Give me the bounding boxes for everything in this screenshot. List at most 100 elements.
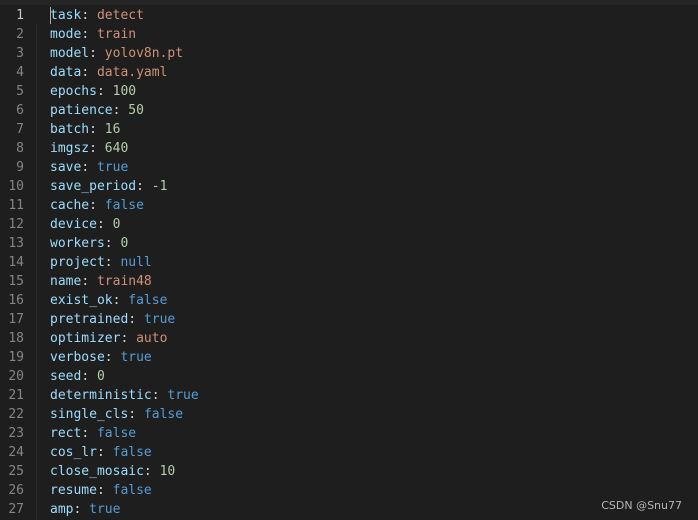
yaml-colon: : bbox=[81, 274, 97, 289]
yaml-key: save bbox=[50, 160, 82, 175]
yaml-value: false bbox=[96, 426, 137, 441]
code-text[interactable]: save_period: -1 bbox=[50, 177, 167, 196]
code-text[interactable]: single_cls: false bbox=[50, 405, 183, 424]
code-line[interactable]: 9 save: true bbox=[0, 158, 698, 177]
line-number: 1 bbox=[16, 8, 24, 23]
yaml-value: true bbox=[89, 502, 121, 517]
code-line[interactable]: 19 verbose: true bbox=[0, 348, 698, 367]
code-text[interactable]: task: detect bbox=[50, 6, 144, 25]
yaml-key: project bbox=[50, 255, 105, 270]
yaml-colon: : bbox=[96, 217, 113, 232]
code-text[interactable]: amp: true bbox=[50, 500, 120, 519]
yaml-colon: : bbox=[89, 141, 105, 156]
line-number: 26 bbox=[8, 483, 24, 498]
code-line[interactable]: 26 resume: false bbox=[0, 481, 698, 500]
yaml-colon: : bbox=[96, 445, 113, 460]
line-number: 23 bbox=[8, 426, 24, 441]
yaml-key: data bbox=[50, 65, 82, 80]
yaml-key: mode bbox=[50, 27, 82, 42]
yaml-value: null bbox=[120, 255, 152, 270]
code-lines[interactable]: 1 task: detect 2 mode: train 3 model: yolov8n… bbox=[0, 6, 698, 519]
code-text[interactable]: name: train48 bbox=[50, 272, 152, 291]
code-line[interactable]: 24 cos_lr: false bbox=[0, 443, 698, 462]
code-line[interactable]: 12 device: 0 bbox=[0, 215, 698, 234]
yaml-key: pretrained bbox=[50, 312, 129, 327]
code-line[interactable]: 1 task: detect bbox=[0, 6, 698, 25]
line-number: 21 bbox=[8, 388, 24, 403]
code-text[interactable]: verbose: true bbox=[50, 348, 152, 367]
code-line[interactable]: 3 model: yolov8n.pt bbox=[0, 44, 698, 63]
code-line[interactable]: 16 exist_ok: false bbox=[0, 291, 698, 310]
code-editor[interactable]: 1 task: detect 2 mode: train 3 model: yolov8n… bbox=[0, 0, 698, 520]
line-number: 5 bbox=[16, 84, 24, 99]
code-line[interactable]: 2 mode: train bbox=[0, 25, 698, 44]
code-line[interactable]: 27 amp: true bbox=[0, 500, 698, 519]
code-line[interactable]: 23 rect: false bbox=[0, 424, 698, 443]
yaml-value: true bbox=[96, 160, 129, 175]
line-number: 9 bbox=[16, 160, 24, 175]
yaml-key: verbose bbox=[50, 350, 105, 365]
code-text[interactable]: seed: 0 bbox=[50, 367, 105, 386]
line-number: 19 bbox=[8, 350, 24, 365]
code-text[interactable]: mode: train bbox=[50, 25, 136, 44]
line-number: 10 bbox=[8, 179, 24, 194]
code-line[interactable]: 25 close_mosaic: 10 bbox=[0, 462, 698, 481]
code-text[interactable]: pretrained: true bbox=[50, 310, 175, 329]
code-line[interactable]: 18 optimizer: auto bbox=[0, 329, 698, 348]
code-text[interactable]: resume: false bbox=[50, 481, 152, 500]
code-text[interactable]: patience: 50 bbox=[50, 101, 144, 120]
code-line[interactable]: 10 save_period: -1 bbox=[0, 177, 698, 196]
code-text[interactable]: device: 0 bbox=[50, 215, 120, 234]
code-line[interactable]: 20 seed: 0 bbox=[0, 367, 698, 386]
yaml-key: model bbox=[50, 46, 90, 61]
yaml-key: exist_ok bbox=[50, 293, 113, 308]
code-text[interactable]: close_mosaic: 10 bbox=[50, 462, 175, 481]
text-cursor bbox=[50, 7, 51, 24]
yaml-value: data.yaml bbox=[96, 65, 168, 80]
code-line[interactable]: 11 cache: false bbox=[0, 196, 698, 215]
yaml-colon: : bbox=[81, 8, 97, 23]
yaml-key: amp bbox=[50, 502, 74, 517]
code-line[interactable]: 22 single_cls: false bbox=[0, 405, 698, 424]
code-line[interactable]: 21 deterministic: true bbox=[0, 386, 698, 405]
code-text[interactable]: exist_ok: false bbox=[50, 291, 167, 310]
code-line[interactable]: 5 epochs: 100 bbox=[0, 82, 698, 101]
line-number: 22 bbox=[8, 407, 24, 422]
code-line[interactable]: 4 data: data.yaml bbox=[0, 63, 698, 82]
code-text[interactable]: epochs: 100 bbox=[50, 82, 136, 101]
code-line[interactable]: 6 patience: 50 bbox=[0, 101, 698, 120]
code-text[interactable]: model: yolov8n.pt bbox=[50, 44, 183, 63]
line-number: 2 bbox=[16, 27, 24, 42]
yaml-key: single_cls bbox=[50, 407, 129, 422]
code-text[interactable]: workers: 0 bbox=[50, 234, 128, 253]
line-number: 24 bbox=[8, 445, 24, 460]
yaml-key: close_mosaic bbox=[50, 464, 144, 479]
code-text[interactable]: batch: 16 bbox=[50, 120, 120, 139]
yaml-colon: : bbox=[136, 179, 152, 194]
yaml-value: 0 bbox=[96, 369, 105, 384]
code-text[interactable]: imgsz: 640 bbox=[50, 139, 128, 158]
yaml-value: 640 bbox=[104, 141, 129, 156]
code-text[interactable]: deterministic: true bbox=[50, 386, 199, 405]
yaml-colon: : bbox=[89, 46, 105, 61]
code-text[interactable]: data: data.yaml bbox=[50, 63, 167, 82]
code-line[interactable]: 17 pretrained: true bbox=[0, 310, 698, 329]
yaml-colon: : bbox=[81, 27, 97, 42]
yaml-colon: : bbox=[120, 331, 137, 346]
yaml-value: -1 bbox=[151, 179, 168, 194]
code-line[interactable]: 14 project: null bbox=[0, 253, 698, 272]
code-text[interactable]: save: true bbox=[50, 158, 128, 177]
code-text[interactable]: cos_lr: false bbox=[50, 443, 152, 462]
yaml-value: detect bbox=[96, 8, 144, 23]
line-number: 4 bbox=[16, 65, 24, 80]
code-text[interactable]: rect: false bbox=[50, 424, 136, 443]
code-text[interactable]: cache: false bbox=[50, 196, 144, 215]
code-line[interactable]: 13 workers: 0 bbox=[0, 234, 698, 253]
code-line[interactable]: 8 imgsz: 640 bbox=[0, 139, 698, 158]
code-line[interactable]: 7 batch: 16 bbox=[0, 120, 698, 139]
code-line[interactable]: 15 name: train48 bbox=[0, 272, 698, 291]
yaml-value: 0 bbox=[112, 217, 121, 232]
code-text[interactable]: optimizer: auto bbox=[50, 329, 167, 348]
yaml-colon: : bbox=[104, 236, 121, 251]
code-text[interactable]: project: null bbox=[50, 253, 152, 272]
